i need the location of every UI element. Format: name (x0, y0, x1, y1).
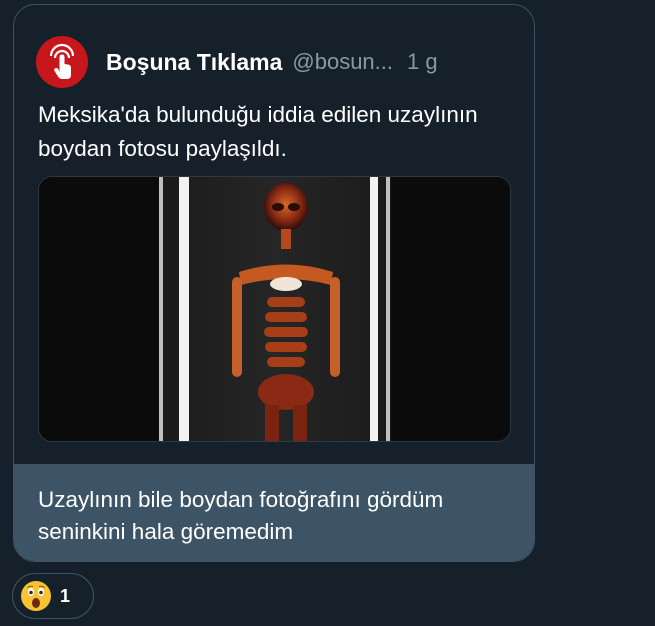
tweet-text: Meksika'da bulunduğu iddia edilen uzaylı… (38, 102, 478, 161)
reaction-count: 1 (60, 585, 71, 606)
reply-text: Uzaylının bile boydan fotoğrafını gördüm… (38, 487, 444, 544)
message-bubble[interactable]: Boşuna Tıklama @bosun... 1 g Meksika'da … (13, 4, 535, 562)
tweet-timestamp: 1 g (407, 49, 438, 74)
x-ray-scan-image (39, 177, 510, 441)
reaction-pill[interactable]: 1 (12, 573, 94, 619)
avatar[interactable] (36, 36, 88, 88)
tweet-header[interactable]: Boşuna Tıklama @bosun... 1 g (36, 36, 514, 88)
hand-pointer-icon (49, 43, 75, 79)
author-handle[interactable]: @bosun... (292, 49, 393, 75)
tweet-media-image[interactable] (38, 176, 511, 442)
author-name[interactable]: Boşuna Tıklama (106, 49, 282, 76)
surprised-face-emoji (21, 581, 51, 611)
reply-section: Uzaylının bile boydan fotoğrafını gördüm… (14, 464, 534, 561)
